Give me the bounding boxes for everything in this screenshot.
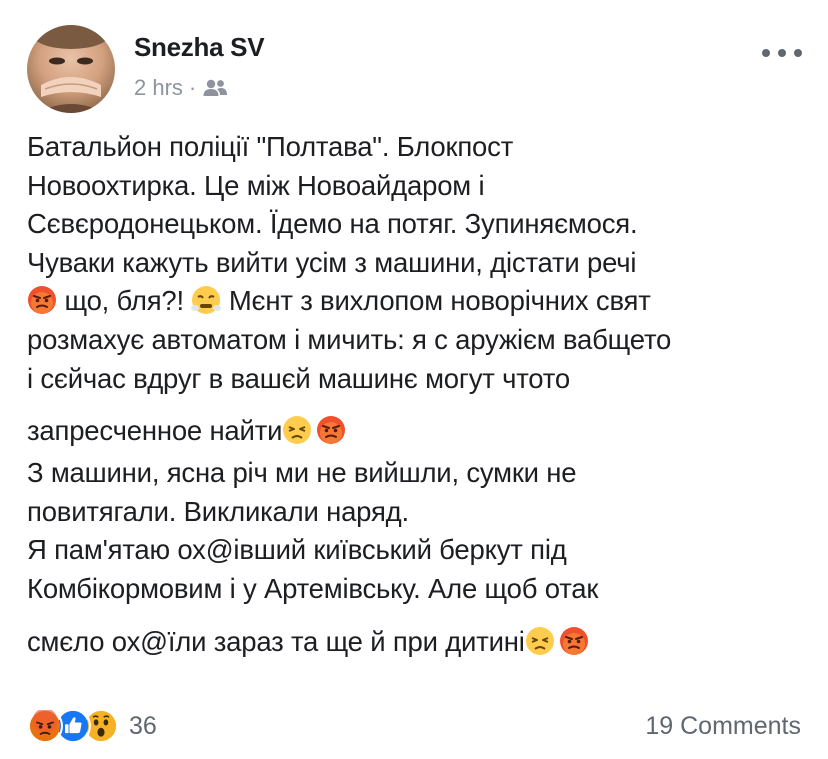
post-line: Новоохтирка. Це між Новоайдаром і [27,169,485,201]
author-name[interactable]: Snezha SV [134,32,265,63]
post-line: запресченное найти [27,408,817,454]
post-line: Я пам'ятаю ох@івший київський беркут під [27,534,567,566]
persevering-face-icon [525,626,555,656]
reaction-count: 36 [129,711,157,740]
post-line: повитягали. Викликали наряд. [27,495,409,527]
friends-icon[interactable] [202,78,228,98]
post-line: і сєйчас вдруг в вашєй машинє могут чтот… [27,362,570,394]
post-footer: 36 19 Comments [27,706,801,746]
angry-reaction-icon [27,708,63,744]
reactions-summary[interactable]: 36 [27,708,157,744]
post-text: Батальйон поліції "Полтава". Блокпост Но… [27,128,817,665]
post-meta: 2 hrs · [134,74,228,102]
avatar-photo [31,25,111,113]
post-time[interactable]: 2 hrs [134,75,183,101]
comments-link[interactable]: 19 Comments [645,712,801,741]
more-dot-icon [762,49,770,57]
post-line-text: смєло ох@їли зараз та ще й при дитині [27,625,525,657]
more-options-icon[interactable] [762,46,802,60]
more-dot-icon [794,49,802,57]
meta-separator: · [188,75,197,100]
angry-face-icon [27,285,57,315]
post-line: Чуваки кажуть вийти усім з машини, діста… [27,246,637,278]
angry-face-icon [559,626,589,656]
post-line-text: Мєнт з вихлопом новорічних свят [228,285,651,317]
persevering-face-icon [282,415,312,445]
post-line: З машини, ясна річ ми не вийшли, сумки н… [27,457,577,489]
post-line: смєло ох@їли зараз та ще й при дитині [27,619,817,665]
post-line: Сєвєродонецьком. Їдемо на потяг. Зупиняє… [27,208,638,240]
post-line: що, бля?! Мєнт з вихлопом новорічних свя… [27,282,817,321]
more-dot-icon [778,49,786,57]
post-line-text: що, бля?! [64,285,184,317]
angry-face-icon [316,415,346,445]
post-line: Комбікормовим і у Артемівську. Але щоб о… [27,572,599,604]
steam-face-icon [191,285,222,315]
post-line: Батальйон поліції "Полтава". Блокпост [27,131,514,162]
avatar[interactable] [27,25,115,113]
post-line-text: запресченное найти [27,415,283,447]
post-line: розмахує автоматом і мичить: я с аружієм… [27,323,672,355]
